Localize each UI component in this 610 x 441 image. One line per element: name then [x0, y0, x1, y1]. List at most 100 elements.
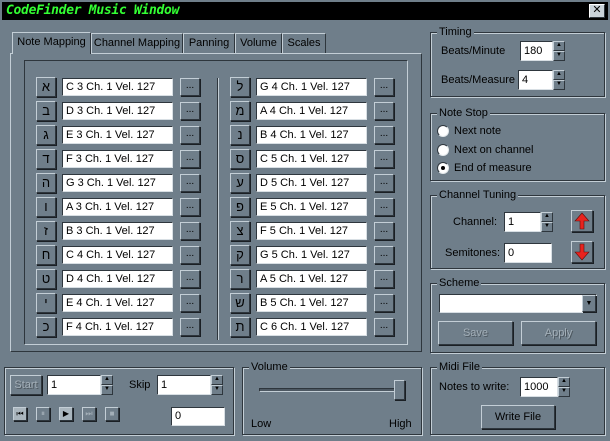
radio-next-note[interactable] [437, 125, 449, 137]
tune-down-button[interactable] [571, 241, 593, 263]
key-button[interactable]: י [36, 293, 56, 313]
stop-icon[interactable]: ■ [105, 407, 119, 421]
spin-up-icon[interactable]: ▲ [101, 375, 113, 385]
edit-note-button[interactable]: ... [374, 78, 394, 96]
beats-per-minute-spinner[interactable]: ▲ ▼ [553, 41, 565, 61]
next-on-channel-label[interactable]: Next on channel [454, 143, 534, 157]
edit-note-button[interactable]: ... [180, 318, 200, 336]
write-file-button[interactable]: Write File [481, 405, 555, 429]
channel-spinner[interactable]: ▲ ▼ [541, 212, 553, 232]
edit-note-button[interactable]: ... [374, 222, 394, 240]
end-of-measure-label[interactable]: End of measure [454, 161, 532, 175]
edit-note-button[interactable]: ... [374, 270, 394, 288]
spin-up-icon[interactable]: ▲ [211, 375, 223, 385]
skip-back-icon[interactable]: ⏮ [13, 407, 27, 421]
start-spinner[interactable]: ▲ ▼ [101, 375, 113, 395]
beats-per-measure-spinner[interactable]: ▲ ▼ [553, 70, 565, 90]
edit-note-button[interactable]: ... [180, 102, 200, 120]
key-button[interactable]: ש [230, 293, 250, 313]
note-field[interactable]: D 5 Ch. 1 Vel. 127 [256, 174, 367, 192]
radio-next-on-channel[interactable] [437, 144, 449, 156]
note-field[interactable]: F 5 Ch. 1 Vel. 127 [256, 222, 367, 240]
spin-down-icon[interactable]: ▼ [211, 385, 223, 395]
spin-down-icon[interactable]: ▼ [541, 222, 553, 232]
edit-note-button[interactable]: ... [374, 198, 394, 216]
edit-note-button[interactable]: ... [374, 174, 394, 192]
edit-note-button[interactable]: ... [374, 150, 394, 168]
close-button[interactable]: ✕ [589, 4, 605, 18]
semitones-input[interactable]: 0 [504, 243, 552, 263]
next-note-label[interactable]: Next note [454, 124, 501, 138]
key-button[interactable]: ו [36, 197, 56, 217]
edit-note-button[interactable]: ... [180, 294, 200, 312]
tab-volume[interactable]: Volume [235, 33, 282, 53]
tab-scales[interactable]: Scales [282, 33, 326, 53]
note-field[interactable]: F 4 Ch. 1 Vel. 127 [62, 318, 173, 336]
key-button[interactable]: ב [36, 101, 56, 121]
note-field[interactable]: C 6 Ch. 1 Vel. 127 [256, 318, 367, 336]
note-field[interactable]: C 5 Ch. 1 Vel. 127 [256, 150, 367, 168]
step-forward-icon[interactable]: ⏭ [82, 407, 96, 421]
key-button[interactable]: נ [230, 125, 250, 145]
skip-spinner[interactable]: ▲ ▼ [211, 375, 223, 395]
notes-to-write-spinner[interactable]: ▲ ▼ [558, 377, 570, 397]
spin-up-icon[interactable]: ▲ [553, 70, 565, 80]
note-field[interactable]: G 5 Ch. 1 Vel. 127 [256, 246, 367, 264]
edit-note-button[interactable]: ... [180, 126, 200, 144]
key-button[interactable]: ל [230, 77, 250, 97]
key-button[interactable]: ג [36, 125, 56, 145]
note-field[interactable]: G 4 Ch. 1 Vel. 127 [256, 78, 367, 96]
note-field[interactable]: C 4 Ch. 1 Vel. 127 [62, 246, 173, 264]
note-field[interactable]: C 3 Ch. 1 Vel. 127 [62, 78, 173, 96]
tab-channel-mapping[interactable]: Channel Mapping [91, 33, 183, 53]
note-field[interactable]: F 3 Ch. 1 Vel. 127 [62, 150, 173, 168]
spin-down-icon[interactable]: ▼ [553, 51, 565, 61]
note-field[interactable]: E 4 Ch. 1 Vel. 127 [62, 294, 173, 312]
chevron-down-icon[interactable]: ▼ [582, 295, 596, 312]
key-button[interactable]: מ [230, 101, 250, 121]
edit-note-button[interactable]: ... [180, 198, 200, 216]
spin-up-icon[interactable]: ▲ [541, 212, 553, 222]
note-field[interactable]: B 5 Ch. 1 Vel. 127 [256, 294, 367, 312]
spin-up-icon[interactable]: ▲ [553, 41, 565, 51]
edit-note-button[interactable]: ... [180, 270, 200, 288]
pause-icon[interactable]: ⏸ [36, 407, 50, 421]
key-button[interactable]: ח [36, 245, 56, 265]
key-button[interactable]: ה [36, 173, 56, 193]
note-field[interactable]: D 4 Ch. 1 Vel. 127 [62, 270, 173, 288]
tab-note-mapping[interactable]: Note Mapping [12, 32, 91, 54]
apply-button[interactable]: Apply [521, 321, 596, 345]
key-button[interactable]: ת [230, 317, 250, 337]
note-field[interactable]: E 3 Ch. 1 Vel. 127 [62, 126, 173, 144]
spin-down-icon[interactable]: ▼ [101, 385, 113, 395]
key-button[interactable]: ט [36, 269, 56, 289]
edit-note-button[interactable]: ... [180, 174, 200, 192]
note-field[interactable]: A 3 Ch. 1 Vel. 127 [62, 198, 173, 216]
beats-per-minute-input[interactable]: 180 [520, 41, 553, 61]
key-button[interactable]: ס [230, 149, 250, 169]
note-field[interactable]: B 4 Ch. 1 Vel. 127 [256, 126, 367, 144]
edit-note-button[interactable]: ... [180, 78, 200, 96]
note-field[interactable]: A 4 Ch. 1 Vel. 127 [256, 102, 367, 120]
spin-down-icon[interactable]: ▼ [558, 387, 570, 397]
position-input[interactable]: 0 [171, 407, 225, 426]
radio-end-of-measure[interactable] [437, 162, 449, 174]
edit-note-button[interactable]: ... [374, 102, 394, 120]
edit-note-button[interactable]: ... [180, 150, 200, 168]
key-button[interactable]: צ [230, 221, 250, 241]
note-field[interactable]: A 5 Ch. 1 Vel. 127 [256, 270, 367, 288]
tab-panning[interactable]: Panning [183, 33, 235, 53]
start-button[interactable]: Start [10, 375, 42, 395]
play-icon[interactable]: ▶ [59, 407, 73, 421]
note-field[interactable]: B 3 Ch. 1 Vel. 127 [62, 222, 173, 240]
edit-note-button[interactable]: ... [374, 126, 394, 144]
beats-per-measure-input[interactable]: 4 [518, 70, 553, 90]
note-field[interactable]: D 3 Ch. 1 Vel. 127 [62, 102, 173, 120]
spin-down-icon[interactable]: ▼ [553, 80, 565, 90]
key-button[interactable]: כ [36, 317, 56, 337]
save-button[interactable]: Save [438, 321, 513, 345]
edit-note-button[interactable]: ... [180, 222, 200, 240]
skip-input[interactable]: 1 [157, 375, 211, 395]
edit-note-button[interactable]: ... [180, 246, 200, 264]
volume-slider-thumb[interactable] [394, 380, 405, 400]
